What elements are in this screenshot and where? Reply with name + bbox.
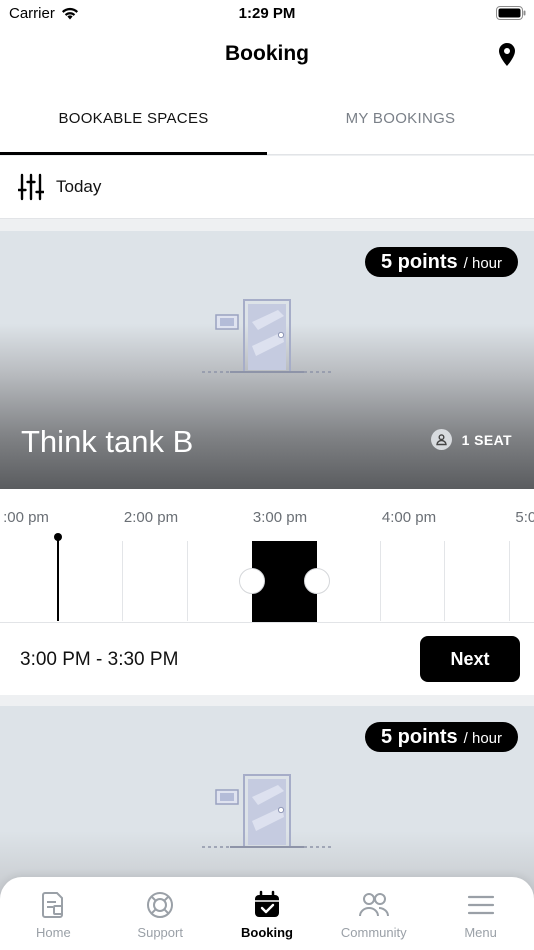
time-slot-picker[interactable]: :00 pm 2:00 pm 3:00 pm 4:00 pm 5:00 — [0, 489, 534, 622]
grid-line — [187, 541, 188, 621]
tabbar-item-menu[interactable]: Menu — [427, 877, 534, 950]
lifebuoy-icon — [147, 892, 174, 918]
tick-label: 3:00 pm — [252, 509, 308, 526]
points-unit: / hour — [463, 730, 502, 747]
points-badge: 5 points / hour — [364, 247, 518, 277]
home-icon — [42, 892, 64, 918]
grid-line — [444, 541, 445, 621]
tabbar-label: Community — [340, 925, 407, 940]
tabbar-item-community[interactable]: Community — [320, 877, 427, 950]
nav-bar: Booking — [0, 28, 534, 82]
tabbar-label: Menu — [464, 925, 497, 940]
grid-line — [509, 541, 510, 621]
filter-row[interactable]: Today — [0, 156, 534, 219]
tabbar-item-booking[interactable]: Booking — [214, 877, 321, 950]
tabbar-label: Booking — [240, 925, 293, 940]
menu-icon — [467, 895, 494, 915]
grid-line — [380, 541, 381, 621]
grid-line — [122, 541, 123, 621]
room-placeholder-icon — [202, 299, 332, 373]
current-time-line — [57, 536, 59, 621]
tabbar-item-home[interactable]: Home — [0, 877, 107, 950]
points-value: 5 points — [380, 726, 458, 748]
filter-sliders-icon[interactable] — [18, 173, 44, 201]
slot-end-handle[interactable] — [304, 568, 330, 594]
points-value: 5 points — [380, 251, 458, 273]
battery-icon — [496, 6, 526, 20]
points-unit: / hour — [463, 255, 502, 272]
space-card[interactable]: 5 points / hour Think tank B 1 SEAT:00 … — [0, 231, 534, 695]
page-title: Booking — [225, 42, 309, 65]
tab-bookable-spaces[interactable]: BOOKABLE SPACES — [0, 82, 267, 155]
tick-label: 5:00 — [515, 509, 534, 526]
status-time: 1:29 PM — [238, 5, 296, 22]
next-button[interactable]: Next — [420, 636, 520, 682]
tabbar-label: Home — [36, 925, 71, 940]
selection-footer: 3:00 PM - 3:30 PM Next — [0, 622, 534, 695]
date-filter-label: Today — [56, 177, 102, 196]
space-image[interactable]: 5 points / hour Think tank B 1 SEAT — [0, 231, 534, 489]
people-icon — [358, 893, 389, 917]
location-pin-icon[interactable] — [498, 43, 516, 67]
points-badge: 5 points / hour — [364, 722, 518, 752]
tick-label: :00 pm — [3, 509, 49, 526]
tab-my-bookings[interactable]: MY BOOKINGS — [267, 82, 534, 154]
selected-time-range: 3:00 PM - 3:30 PM — [20, 649, 179, 670]
slot-start-handle[interactable] — [239, 568, 265, 594]
seat-count-label: 1 SEAT — [461, 431, 512, 448]
space-name: Think tank B — [21, 424, 194, 459]
person-icon — [430, 429, 452, 450]
status-bar: Carrier 1:29 PM — [0, 0, 534, 28]
tabbar-item-support[interactable]: Support — [107, 877, 214, 950]
bottom-tab-bar: Home Support Booking Community Menu — [0, 877, 534, 950]
room-placeholder-icon — [202, 774, 332, 848]
tick-label: 2:00 pm — [123, 509, 179, 526]
calendar-check-icon — [254, 890, 279, 917]
tick-label: 4:00 pm — [381, 509, 437, 526]
booking-tabs: BOOKABLE SPACES MY BOOKINGS — [0, 82, 534, 155]
tabbar-label: Support — [137, 925, 183, 940]
seat-count: 1 SEAT — [430, 429, 512, 450]
